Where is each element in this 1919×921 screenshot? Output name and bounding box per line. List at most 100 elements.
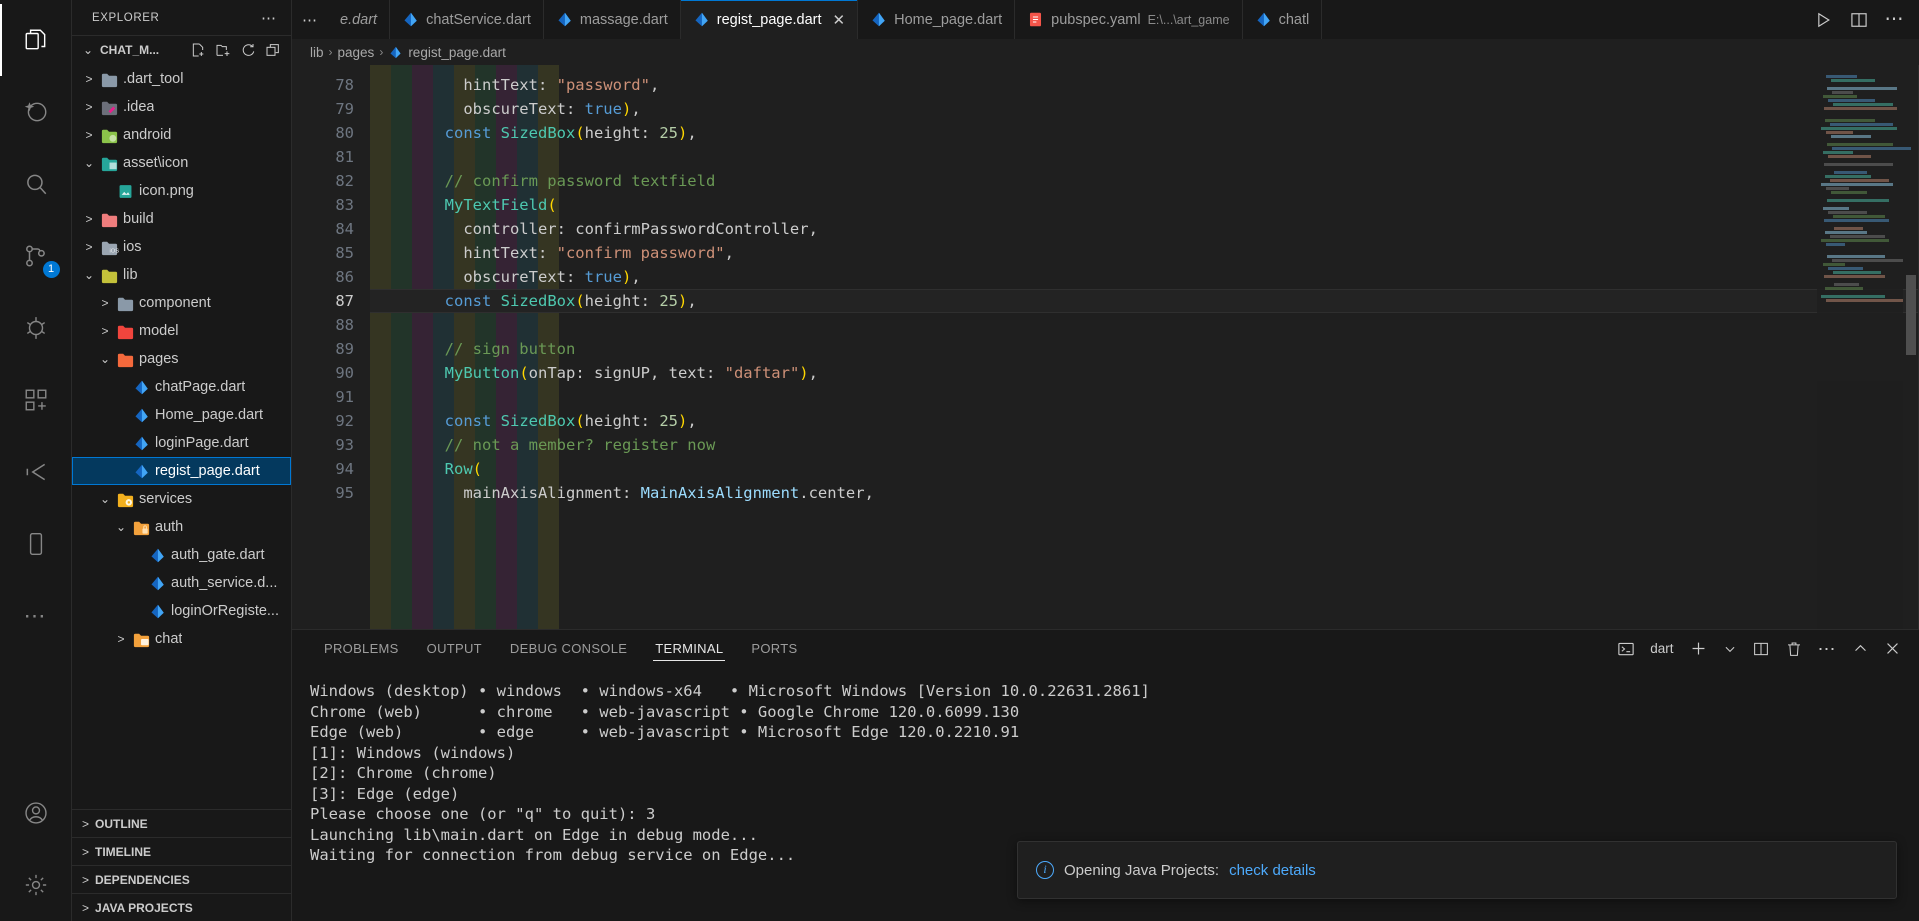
notification-toast[interactable]: i Opening Java Projects: check details bbox=[1017, 841, 1897, 899]
code-line[interactable]: const SizedBox(height: 25), bbox=[370, 289, 1919, 313]
code-line[interactable]: controller: confirmPasswordController, bbox=[370, 217, 1919, 241]
editor-scrollbar[interactable] bbox=[1905, 65, 1917, 629]
tabs-overflow-icon[interactable]: ⋯ bbox=[292, 0, 328, 39]
activity-item-more-views[interactable]: ⋯ bbox=[0, 580, 72, 652]
tree-item-component[interactable]: > component bbox=[72, 289, 291, 317]
new-file-icon[interactable] bbox=[190, 42, 206, 58]
tree-item-home-page-dart[interactable]: Home_page.dart bbox=[72, 401, 291, 429]
activity-item-accounts[interactable] bbox=[0, 777, 72, 849]
tree-item-build[interactable]: > build bbox=[72, 205, 291, 233]
terminal-icon[interactable] bbox=[1617, 640, 1635, 658]
sidebar-section-java-projects[interactable]: > JAVA PROJECTS bbox=[72, 893, 291, 921]
code-line[interactable]: obscureText: true), bbox=[370, 97, 1919, 121]
code-line[interactable] bbox=[370, 145, 1919, 169]
chevron-right-icon[interactable]: > bbox=[80, 72, 98, 86]
code-line[interactable]: obscureText: true), bbox=[370, 265, 1919, 289]
activity-item-search[interactable] bbox=[0, 148, 72, 220]
tree-item-android[interactable]: > android bbox=[72, 121, 291, 149]
close-icon[interactable] bbox=[1884, 640, 1901, 657]
code-line[interactable]: mainAxisAlignment: MainAxisAlignment.cen… bbox=[370, 481, 1919, 505]
tree-item-pages[interactable]: ⌄ pages bbox=[72, 345, 291, 373]
tree-item-model[interactable]: > model bbox=[72, 317, 291, 345]
refresh-icon[interactable] bbox=[240, 42, 256, 58]
tab-terminal[interactable]: TERMINAL bbox=[641, 630, 737, 667]
code-line[interactable]: const SizedBox(height: 25), bbox=[370, 409, 1919, 433]
tree-item-services[interactable]: ⌄ services bbox=[72, 485, 291, 513]
collapse-all-icon[interactable] bbox=[265, 42, 281, 58]
editor-tab-chatl[interactable]: chatl bbox=[1242, 0, 1323, 39]
close-icon[interactable]: ✕ bbox=[833, 11, 846, 29]
activity-item-testing[interactable] bbox=[0, 436, 72, 508]
chevron-right-icon[interactable]: > bbox=[80, 100, 98, 114]
editor-tab-regist-page-dart[interactable]: regist_page.dart ✕ bbox=[680, 0, 859, 39]
ellipsis-icon[interactable]: ⋯ bbox=[1818, 640, 1838, 658]
sidebar-section-timeline[interactable]: > TIMELINE bbox=[72, 837, 291, 865]
trash-icon[interactable] bbox=[1785, 640, 1803, 658]
tab-ports[interactable]: PORTS bbox=[737, 630, 811, 667]
play-icon[interactable] bbox=[1813, 10, 1833, 30]
breadcrumb-item-file[interactable]: regist_page.dart bbox=[408, 45, 506, 60]
activity-item-source-control[interactable]: 1 bbox=[0, 220, 72, 292]
editor-tab-massage-dart[interactable]: massage.dart bbox=[543, 0, 681, 39]
activity-item-manage-settings[interactable] bbox=[0, 849, 72, 921]
project-section-header[interactable]: ⌄ CHAT_M... bbox=[72, 35, 291, 63]
code-line[interactable]: hintText: "confirm password", bbox=[370, 241, 1919, 265]
code-line[interactable] bbox=[370, 313, 1919, 337]
chevron-right-icon[interactable]: > bbox=[96, 324, 114, 338]
code-line[interactable] bbox=[370, 385, 1919, 409]
breadcrumb-item-lib[interactable]: lib bbox=[310, 45, 324, 60]
code-content[interactable]: hintText: "password", obscureText: true)… bbox=[370, 65, 1919, 629]
code-line[interactable]: Row( bbox=[370, 457, 1919, 481]
code-line[interactable]: // sign button bbox=[370, 337, 1919, 361]
tree-item-loginorregiste-[interactable]: loginOrRegiste... bbox=[72, 597, 291, 625]
code-line[interactable]: hintText: "password", bbox=[370, 73, 1919, 97]
chevron-down-icon[interactable]: ⌄ bbox=[80, 156, 98, 170]
tree-item-auth[interactable]: ⌄ auth bbox=[72, 513, 291, 541]
chevron-right-icon[interactable]: > bbox=[112, 632, 130, 646]
chevron-down-icon[interactable]: ⌄ bbox=[80, 268, 98, 282]
tree-item-lib[interactable]: ⌄ lib bbox=[72, 261, 291, 289]
activity-item-source-control-graph[interactable] bbox=[0, 76, 72, 148]
tree-item-auth-gate-dart[interactable]: auth_gate.dart bbox=[72, 541, 291, 569]
tree-item-asset-icon[interactable]: ⌄ asset\icon bbox=[72, 149, 291, 177]
tree-item--idea[interactable]: > .idea bbox=[72, 93, 291, 121]
activity-item-extensions[interactable] bbox=[0, 364, 72, 436]
sidebar-section-outline[interactable]: > OUTLINE bbox=[72, 809, 291, 837]
code-line[interactable]: MyTextField( bbox=[370, 193, 1919, 217]
tree-item-chat[interactable]: > chat bbox=[72, 625, 291, 653]
tree-item--dart-tool[interactable]: > .dart_tool bbox=[72, 65, 291, 93]
tree-item-regist-page-dart[interactable]: regist_page.dart bbox=[72, 457, 291, 485]
sidebar-section-dependencies[interactable]: > DEPENDENCIES bbox=[72, 865, 291, 893]
chevron-right-icon[interactable]: > bbox=[80, 128, 98, 142]
editor-tab-chatservice-dart[interactable]: chatService.dart bbox=[390, 0, 544, 39]
activity-item-run-and-debug[interactable] bbox=[0, 292, 72, 364]
notification-link[interactable]: check details bbox=[1229, 862, 1316, 879]
code-editor[interactable]: 78 79 80 81 82 83 84 85 86 87 88 89 90 91 92 93 94 95 hin… bbox=[292, 65, 1919, 629]
split-icon[interactable] bbox=[1752, 640, 1770, 658]
editor-tab-e-dart[interactable]: e.dart bbox=[328, 0, 391, 39]
code-line[interactable]: const SizedBox(height: 25), bbox=[370, 121, 1919, 145]
tab-output[interactable]: OUTPUT bbox=[413, 630, 496, 667]
tree-item-icon-png[interactable]: icon.png bbox=[72, 177, 291, 205]
new-folder-icon[interactable] bbox=[215, 42, 231, 58]
ellipsis-icon[interactable]: ⋯ bbox=[1885, 10, 1906, 29]
minimap[interactable] bbox=[1817, 65, 1911, 629]
chevron-right-icon[interactable]: > bbox=[80, 240, 98, 254]
tree-item-auth-service-d-[interactable]: auth_service.d... bbox=[72, 569, 291, 597]
chevron-down-icon[interactable]: ⌄ bbox=[96, 492, 114, 506]
tree-item-ios[interactable]: > iOS ios bbox=[72, 233, 291, 261]
editor-tab-home-page-dart[interactable]: Home_page.dart bbox=[858, 0, 1016, 39]
tab-problems[interactable]: PROBLEMS bbox=[310, 630, 413, 667]
chevron-down-icon[interactable]: ⌄ bbox=[96, 352, 114, 366]
chevron-up-icon[interactable] bbox=[1852, 640, 1869, 657]
code-line[interactable]: // not a member? register now bbox=[370, 433, 1919, 457]
terminal-shell-label[interactable]: dart bbox=[1650, 641, 1673, 656]
chevron-down-icon[interactable] bbox=[1723, 642, 1737, 656]
chevron-right-icon[interactable]: > bbox=[96, 296, 114, 310]
activity-item-mobile-preview[interactable] bbox=[0, 508, 72, 580]
editor-scrollbar-thumb[interactable] bbox=[1906, 275, 1916, 355]
chevron-down-icon[interactable]: ⌄ bbox=[112, 520, 130, 534]
code-line[interactable]: MyButton(onTap: signUP, text: "daftar"), bbox=[370, 361, 1919, 385]
tree-item-loginpage-dart[interactable]: loginPage.dart bbox=[72, 429, 291, 457]
breadcrumb-item-pages[interactable]: pages bbox=[338, 45, 375, 60]
